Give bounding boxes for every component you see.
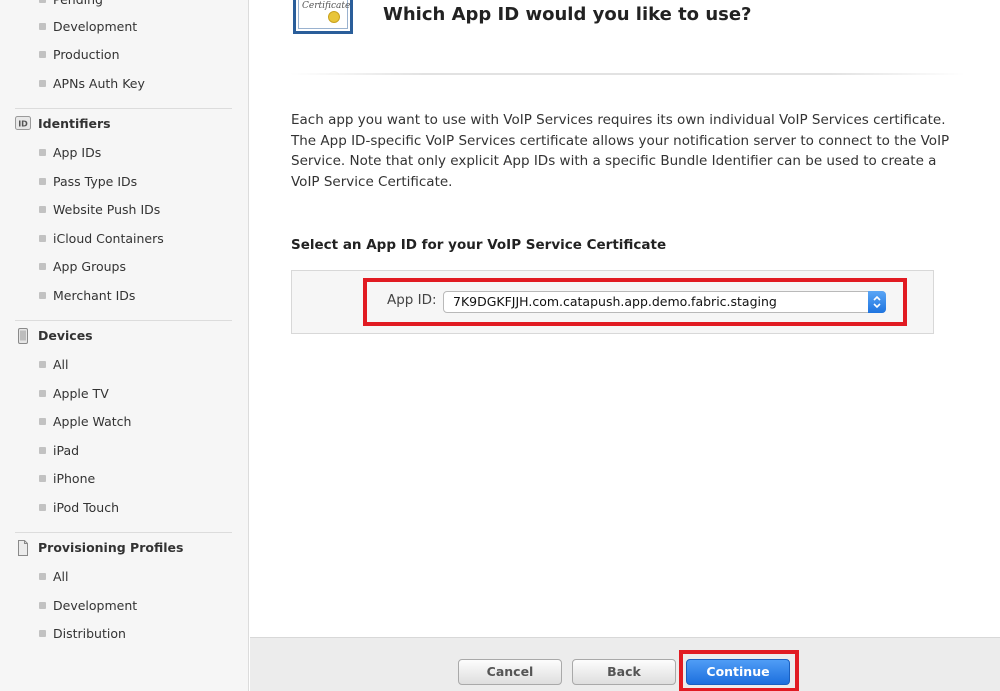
bullet-icon [39,23,46,30]
document-icon [15,540,31,560]
sidebar-divider [15,532,232,533]
bullet-icon [39,149,46,156]
bullet-icon [39,602,46,609]
bullet-icon [39,390,46,397]
iphone-icon [15,328,31,348]
bullet-icon [39,80,46,87]
bullet-icon [39,447,46,454]
bullet-icon [39,573,46,580]
footer-bar: Cancel Back Continue [250,637,1000,691]
bullet-icon [39,418,46,425]
app-id-select-value: 7K9DGKFJJH.com.catapush.app.demo.fabric.… [453,294,777,309]
bullet-icon [39,263,46,270]
description-text: Each app you want to use with VoIP Servi… [291,112,950,190]
id-badge-icon: ID [15,116,31,134]
bullet-icon [39,206,46,213]
back-button[interactable]: Back [572,659,676,685]
bullet-icon [39,51,46,58]
bullet-icon [39,292,46,299]
sidebar-divider [15,108,232,109]
sidebar: Pending Development Production APNs Auth… [0,0,249,691]
continue-button[interactable]: Continue [686,659,790,685]
title-divider [290,73,965,75]
select-stepper-icon [868,291,886,313]
bullet-icon [39,475,46,482]
bullet-icon [39,0,46,3]
sidebar-divider [15,320,232,321]
cancel-button[interactable]: Cancel [458,659,562,685]
bullet-icon [39,504,46,511]
bullet-icon [39,361,46,368]
app-id-label: App ID: [387,292,437,308]
svg-text:ID: ID [18,120,28,129]
bullet-icon [39,630,46,637]
bullet-icon [39,178,46,185]
select-heading: Select an App ID for your VoIP Service C… [291,237,667,253]
certificate-icon: Certificate [293,0,353,34]
page-title: Which App ID would you like to use? [383,4,752,25]
certificate-seal-icon [328,11,340,23]
main-content: Certificate Which App ID would you like … [250,0,1000,691]
certificate-icon-text: Certificate [302,1,351,11]
bullet-icon [39,235,46,242]
app-id-select[interactable]: 7K9DGKFJJH.com.catapush.app.demo.fabric.… [443,291,886,313]
